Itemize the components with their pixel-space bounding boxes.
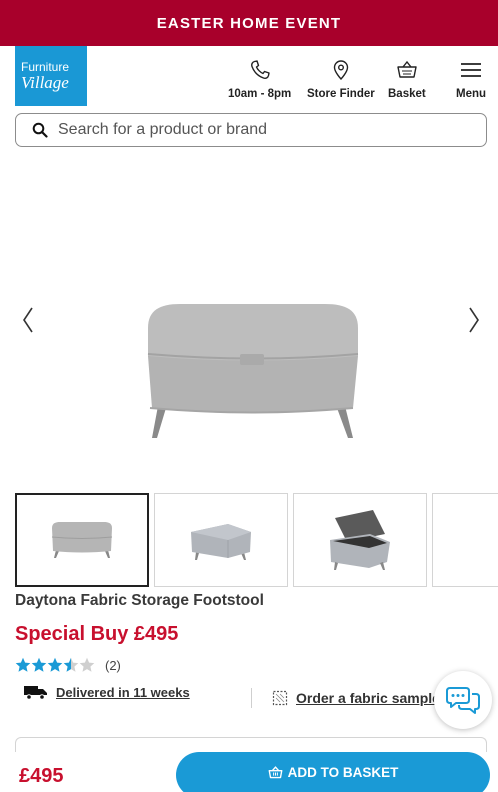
thumbnail-4[interactable] bbox=[432, 493, 498, 587]
search-bar[interactable] bbox=[15, 113, 487, 147]
delivery-truck-icon bbox=[24, 686, 47, 700]
location-pin-icon bbox=[333, 60, 349, 81]
special-buy-price: Special Buy £495 bbox=[15, 623, 179, 645]
basket-link[interactable]: Basket bbox=[388, 58, 426, 100]
basket-icon bbox=[397, 60, 417, 78]
product-main-image[interactable] bbox=[140, 298, 365, 443]
phone-icon bbox=[250, 60, 270, 80]
fabric-swatch-icon bbox=[272, 690, 288, 706]
thumbnail-3[interactable] bbox=[293, 493, 427, 587]
add-to-basket-label: ADD TO BASKET bbox=[287, 764, 399, 780]
promo-text: EASTER HOME EVENT bbox=[156, 14, 342, 32]
furniture-village-logo[interactable]: Furniture Village bbox=[15, 46, 87, 106]
menu-label: Menu bbox=[456, 88, 487, 100]
logo-line-2: Village bbox=[21, 72, 69, 92]
product-title: Daytona Fabric Storage Footstool bbox=[15, 592, 264, 609]
hamburger-menu-icon bbox=[461, 63, 482, 77]
search-input[interactable] bbox=[58, 121, 458, 139]
bottom-bar-price: £495 bbox=[19, 765, 64, 787]
carousel-next-button[interactable] bbox=[462, 302, 486, 338]
review-count[interactable]: (2) bbox=[105, 658, 121, 673]
thumbnail-image bbox=[466, 518, 498, 562]
delivery-link[interactable]: Delivered in 11 weeks bbox=[56, 685, 190, 700]
delivery-info[interactable]: Delivered in 11 weeks bbox=[24, 684, 190, 700]
thumbnail-image bbox=[51, 522, 113, 558]
carousel-prev-button[interactable] bbox=[16, 302, 40, 338]
thumbnail-1[interactable] bbox=[15, 493, 149, 587]
thumbnail-2[interactable] bbox=[154, 493, 288, 587]
add-to-basket-button[interactable]: ADD TO BASKET bbox=[176, 752, 490, 792]
phone-hours-link[interactable]: 10am - 8pm bbox=[228, 58, 291, 100]
store-finder-link[interactable]: Store Finder bbox=[307, 58, 375, 100]
thumbnail-image bbox=[191, 524, 251, 560]
search-icon[interactable] bbox=[32, 122, 48, 138]
basket-label: Basket bbox=[388, 88, 426, 100]
thumbnail-image bbox=[330, 510, 390, 570]
fabric-sample-label[interactable]: Order a fabric sample bbox=[296, 690, 440, 706]
logo-line-1: Furniture bbox=[21, 59, 70, 74]
fabric-sample-link[interactable]: Order a fabric sample bbox=[272, 690, 440, 706]
basket-icon bbox=[268, 765, 283, 778]
chevron-left-icon bbox=[23, 307, 33, 333]
star-rating-icon bbox=[15, 657, 95, 672]
live-chat-button[interactable] bbox=[434, 671, 492, 729]
chat-bubbles-icon bbox=[446, 687, 480, 714]
chevron-right-icon bbox=[469, 307, 479, 333]
store-finder-label: Store Finder bbox=[307, 88, 375, 100]
phone-hours-label: 10am - 8pm bbox=[228, 88, 292, 100]
menu-button[interactable]: Menu bbox=[456, 58, 486, 100]
divider bbox=[251, 688, 252, 708]
promo-banner[interactable]: EASTER HOME EVENT bbox=[0, 0, 498, 46]
rating-summary[interactable]: (2) bbox=[15, 657, 121, 673]
thumbnail-strip bbox=[15, 493, 498, 587]
